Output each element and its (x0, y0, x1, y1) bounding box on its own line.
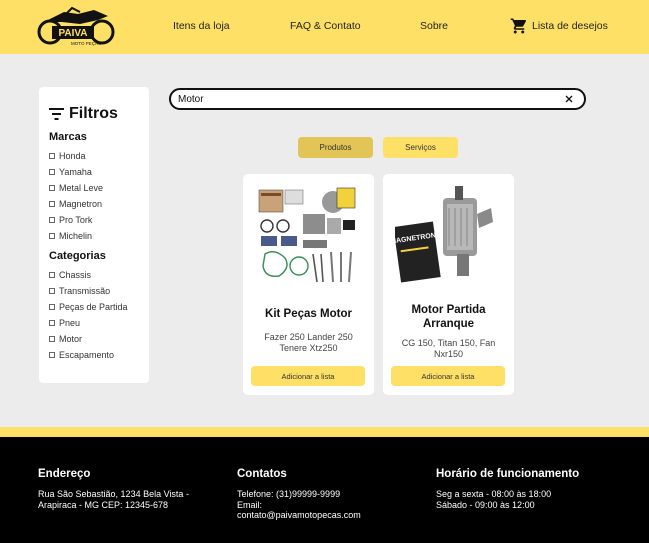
wishlist-label: Lista de desejos (532, 20, 608, 32)
paiva-logo[interactable]: PAIVA MOTO PEÇAS (36, 6, 118, 48)
top-header: PAIVA MOTO PEÇAS Itens da loja FAQ & Con… (0, 0, 649, 54)
footer-hours: Horário de funcionamento Seg a sexta - 0… (436, 468, 636, 510)
hours-saturday: Sábado - 09:00 às 12:00 (436, 499, 535, 510)
checkbox[interactable] (49, 304, 55, 310)
filter-brand-pro-tork[interactable]: Pro Tork (49, 212, 139, 228)
filter-label: Honda (59, 151, 86, 161)
hours-weekdays: Seg a sexta - 08:00 às 18:00 (436, 489, 552, 499)
filter-label: Escapamento (59, 350, 115, 360)
checkbox[interactable] (49, 201, 55, 207)
checkbox[interactable] (49, 153, 55, 159)
product-description: CG 150, Titan 150, Fan Nxr150 (401, 338, 496, 359)
filter-brand-honda[interactable]: Honda (49, 148, 139, 164)
svg-text:MOTO PEÇAS: MOTO PEÇAS (71, 41, 101, 46)
footer-address: Endereço Rua São Sebastião, 1234 Bela Vi… (38, 468, 208, 510)
footer-contacts: Contatos Telefone: (31)99999-9999 Email:… (237, 468, 407, 521)
contact-email[interactable]: contato@paivamotopecas.com (237, 510, 407, 521)
checkbox[interactable] (49, 233, 55, 239)
filter-category-pneu[interactable]: Pneu (49, 315, 139, 331)
add-to-list-button[interactable]: Adicionar a lista (391, 366, 505, 386)
motorcycle-logo-icon: PAIVA MOTO PEÇAS (37, 6, 115, 46)
filter-icon (49, 108, 64, 120)
product-card[interactable]: Kit Peças Motor Fazer 250 Lander 250 Ten… (243, 174, 374, 395)
close-icon[interactable] (563, 93, 575, 105)
brands-title: Marcas (49, 131, 87, 143)
filter-label: Magnetron (59, 199, 103, 209)
tab-products[interactable]: Produtos (298, 137, 373, 158)
filter-label: Michelin (59, 231, 93, 241)
filter-label: Peças de Partida (59, 302, 128, 312)
product-description: Fazer 250 Lander 250 Tenere Xtz250 (264, 332, 353, 353)
filter-category-escapamento[interactable]: Escapamento (49, 347, 139, 363)
filter-category-transmissao[interactable]: Transmissão (49, 283, 139, 299)
filter-label: Yamaha (59, 167, 92, 177)
filter-label: Motor (59, 334, 83, 344)
filter-brand-michelin[interactable]: Michelin (49, 228, 139, 244)
checkbox[interactable] (49, 185, 55, 191)
svg-text:PAIVA: PAIVA (58, 28, 87, 39)
filter-label: Transmissão (59, 286, 111, 296)
nav-store-items[interactable]: Itens da loja (173, 20, 230, 32)
product-title: Motor Partida Arranque (411, 304, 486, 330)
checkbox[interactable] (49, 169, 55, 175)
tab-services[interactable]: Serviços (383, 137, 458, 158)
checkbox[interactable] (49, 272, 55, 278)
nav-wishlist[interactable]: Lista de desejos (510, 17, 608, 35)
filter-label: Pro Tork (59, 215, 93, 225)
footer: Endereço Rua São Sebastião, 1234 Bela Vi… (0, 437, 649, 543)
filter-brand-yamaha[interactable]: Yamaha (49, 164, 139, 180)
engine-parts-kit-image (258, 187, 356, 283)
contact-phone: Telefone: (31)99999-9999 (237, 489, 341, 499)
address-title: Endereço (38, 468, 91, 480)
product-title: Kit Peças Motor (265, 308, 352, 320)
checkbox[interactable] (49, 288, 55, 294)
checkbox[interactable] (49, 320, 55, 326)
contacts-title: Contatos (237, 468, 287, 480)
filter-category-chassis[interactable]: Chassis (49, 267, 139, 283)
filter-brand-magnetron[interactable]: Magnetron (49, 196, 139, 212)
starter-motor-image: MAGNETRON (395, 186, 493, 283)
search-bar (169, 88, 586, 110)
categories-title: Categorias (49, 250, 106, 262)
product-card[interactable]: MAGNETRON Motor Partida Arranque CG 150,… (383, 174, 514, 395)
filters-heading: Filtros (49, 105, 139, 123)
filter-category-motor[interactable]: Motor (49, 331, 139, 347)
filters-panel: Filtros Marcas Honda Yamaha Metal Leve M… (39, 87, 149, 383)
filter-label: Pneu (59, 318, 81, 328)
filter-label: Metal Leve (59, 183, 104, 193)
filter-brand-metal-leve[interactable]: Metal Leve (49, 180, 139, 196)
filters-title: Filtros (69, 105, 118, 122)
contact-email-label: Email: (237, 499, 263, 510)
address-text: Rua São Sebastião, 1234 Bela Vista - Ara… (38, 489, 189, 510)
checkbox[interactable] (49, 336, 55, 342)
nav-faq-contact[interactable]: FAQ & Contato (290, 20, 361, 32)
search-input[interactable] (178, 92, 558, 106)
hours-title: Horário de funcionamento (436, 468, 580, 480)
checkbox[interactable] (49, 217, 55, 223)
shopping-cart-icon (510, 18, 527, 34)
nav-about[interactable]: Sobre (420, 20, 448, 32)
add-to-list-button[interactable]: Adicionar a lista (251, 366, 365, 386)
filter-label: Chassis (59, 270, 92, 280)
footer-divider (0, 427, 649, 437)
filter-category-pecas-partida[interactable]: Peças de Partida (49, 299, 139, 315)
checkbox[interactable] (49, 352, 55, 358)
